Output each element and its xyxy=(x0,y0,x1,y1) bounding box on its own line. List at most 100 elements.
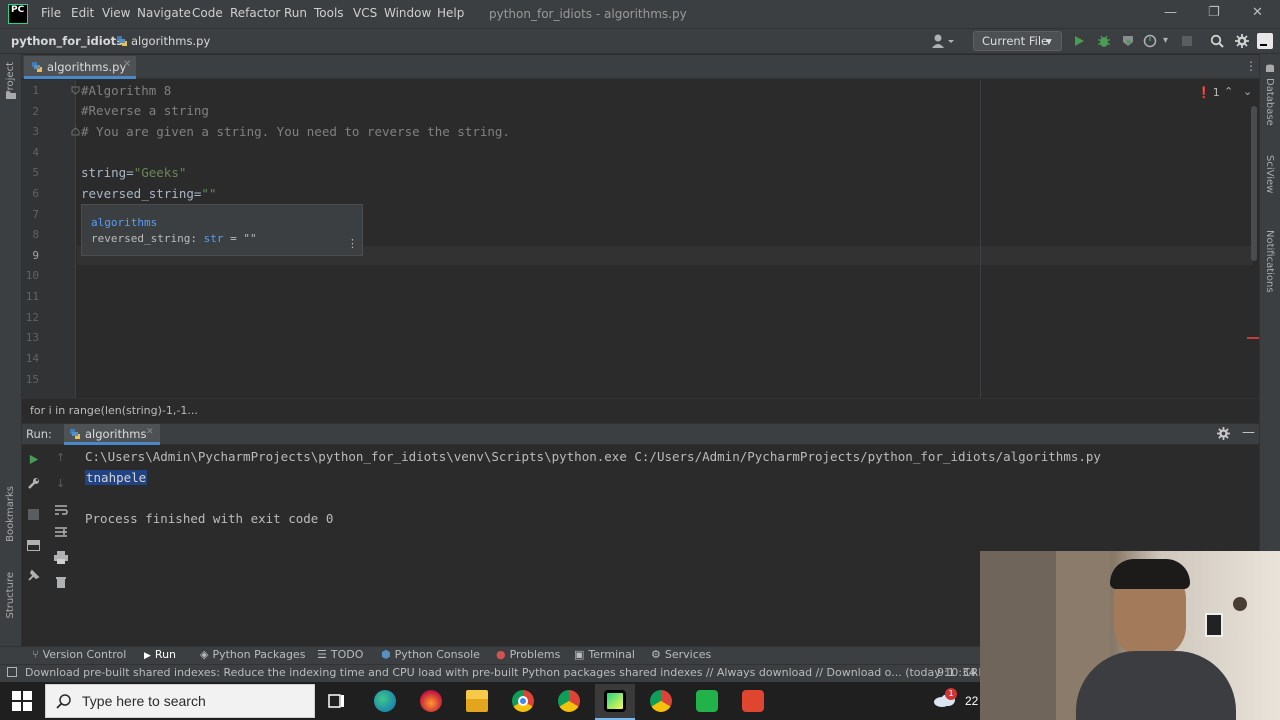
menu-refactor[interactable]: Refactor xyxy=(230,6,280,20)
pycharm-icon[interactable] xyxy=(604,690,626,712)
run-configuration-label: Current File xyxy=(982,34,1049,48)
firefox-icon[interactable] xyxy=(420,690,442,712)
previous-problem-icon[interactable]: ⌃ xyxy=(1224,85,1233,98)
stop-icon[interactable] xyxy=(1182,36,1192,46)
project-tool-tab[interactable]: Project xyxy=(5,62,16,96)
wrench-icon[interactable] xyxy=(27,477,40,490)
pin-icon[interactable] xyxy=(27,569,40,582)
menu-help[interactable]: Help xyxy=(437,6,464,20)
status-message[interactable]: Download pre-built shared indexes: Reduc… xyxy=(25,666,1001,679)
webcam-picture-frame xyxy=(1205,613,1223,637)
windows-start-icon[interactable] xyxy=(12,691,32,711)
structure-tool-tab[interactable]: Structure xyxy=(5,572,16,619)
restore-button[interactable]: ❐ xyxy=(1208,5,1220,20)
run-configuration-select[interactable]: Current File ▾ xyxy=(973,31,1062,51)
pycharm-logo-icon: PC xyxy=(8,4,28,24)
notifications-tool-tab[interactable]: Notifications xyxy=(1264,230,1275,293)
tool-todo[interactable]: ☰ TODO xyxy=(317,648,363,661)
search-icon[interactable] xyxy=(1210,34,1224,48)
task-view-icon[interactable] xyxy=(328,692,346,710)
close-tab-icon[interactable]: ✕ xyxy=(123,59,131,70)
run-icon: ▶ xyxy=(144,651,151,661)
user-icon[interactable] xyxy=(931,33,955,49)
editor-scrollbar[interactable] xyxy=(1251,106,1257,261)
menu-tools[interactable]: Tools xyxy=(314,6,344,20)
popup-more-icon[interactable]: ⋮ xyxy=(347,237,358,250)
breadcrumb-project[interactable]: python_for_idiots xyxy=(11,34,123,48)
menu-file[interactable]: File xyxy=(41,6,61,20)
menu-navigate[interactable]: Navigate xyxy=(137,6,191,20)
database-tool-tab[interactable]: Database xyxy=(1264,78,1275,126)
line-number: 1 xyxy=(32,84,39,97)
tool-run[interactable]: ▶ Run xyxy=(144,648,176,661)
sciview-tool-tab[interactable]: SciView xyxy=(1264,155,1275,193)
line-number: 13 xyxy=(25,331,39,344)
settings-icon[interactable] xyxy=(1217,427,1230,440)
fold-icon[interactable] xyxy=(71,86,80,95)
more-tabs-icon[interactable]: ⋮ xyxy=(1245,59,1257,73)
profile-icon[interactable] xyxy=(1143,34,1157,48)
next-problem-icon[interactable]: ⌄ xyxy=(1243,85,1252,98)
popup-module-link[interactable]: algorithms xyxy=(91,216,157,229)
chevron-down-icon: ▾ xyxy=(1046,34,1052,48)
coverage-icon[interactable] xyxy=(1121,34,1135,48)
problems-indicator[interactable]: ❗ 1 xyxy=(1197,86,1220,99)
error-stripe-mark[interactable] xyxy=(1247,337,1259,339)
tool-python-console[interactable]: ⬢ Python Console xyxy=(381,648,480,661)
tool-problems[interactable]: ● Problems xyxy=(496,648,560,661)
debug-icon[interactable] xyxy=(1097,34,1111,48)
line-number: 4 xyxy=(32,146,39,159)
tool-version-control[interactable]: ⑂ Version Control xyxy=(32,648,126,661)
quick-documentation-popup: algorithms reversed_string: str = "" ⋮ xyxy=(81,204,363,256)
breadcrumb-file[interactable]: algorithms.py xyxy=(131,34,210,48)
editor-tab-algorithms[interactable]: algorithms.py ✕ xyxy=(24,56,136,79)
run-icon[interactable] xyxy=(1073,35,1085,47)
hide-panel-icon[interactable]: — xyxy=(1242,425,1255,440)
stop-icon[interactable] xyxy=(28,509,39,520)
tool-python-packages[interactable]: ◈ Python Packages xyxy=(200,648,305,661)
code-breadcrumb[interactable]: for i in range(len(string)-1,-1... xyxy=(30,404,198,417)
scroll-up-icon[interactable]: ↑ xyxy=(56,451,65,464)
menu-view[interactable]: View xyxy=(102,6,130,20)
app-green-icon[interactable] xyxy=(696,690,718,712)
print-icon[interactable] xyxy=(54,551,68,564)
more-run-options-icon[interactable]: ▾ xyxy=(1163,35,1168,46)
jetbrains-icon[interactable] xyxy=(1257,33,1273,49)
file-explorer-icon[interactable] xyxy=(466,690,488,712)
run-tab-algorithms[interactable]: algorithms ✕ xyxy=(64,424,160,445)
line-number: 3 xyxy=(32,125,39,138)
tool-services[interactable]: ⚙ Services xyxy=(651,648,711,661)
toggle-tool-windows-icon[interactable] xyxy=(7,667,17,677)
tool-terminal[interactable]: ▣ Terminal xyxy=(574,648,635,661)
app-red-icon[interactable] xyxy=(742,690,764,712)
todo-icon: ☰ xyxy=(317,648,327,661)
menu-edit[interactable]: Edit xyxy=(71,6,94,20)
settings-icon[interactable] xyxy=(1235,34,1249,48)
menu-window[interactable]: Window xyxy=(384,6,431,20)
close-run-tab-icon[interactable]: ✕ xyxy=(146,427,154,437)
chrome-alt-icon[interactable] xyxy=(650,690,672,712)
minimize-button[interactable]: — xyxy=(1164,5,1177,20)
chrome-beta-icon[interactable] xyxy=(558,690,580,712)
bookmarks-tool-tab[interactable]: Bookmarks xyxy=(5,486,16,542)
edge-icon[interactable] xyxy=(374,690,396,712)
menu-vcs[interactable]: VCS xyxy=(353,6,377,20)
menu-run[interactable]: Run xyxy=(284,6,307,20)
python-console-icon: ⬢ xyxy=(381,648,391,661)
soft-wrap-icon[interactable] xyxy=(54,504,68,516)
trash-icon[interactable] xyxy=(55,575,67,588)
weather-temperature[interactable]: 22 xyxy=(965,694,978,708)
scroll-to-end-icon[interactable] xyxy=(54,526,68,538)
menu-code[interactable]: Code xyxy=(192,6,223,20)
close-button[interactable]: ✕ xyxy=(1252,5,1263,20)
caret-position[interactable]: 9:1 xyxy=(937,666,955,679)
line-number: 15 xyxy=(25,373,39,386)
rerun-icon[interactable] xyxy=(28,454,39,465)
fold-icon[interactable] xyxy=(71,127,80,136)
scroll-down-icon[interactable]: ↓ xyxy=(56,477,65,490)
webcam-wall-clock xyxy=(1233,597,1247,611)
layout-icon[interactable] xyxy=(27,540,40,551)
console-exit-message: Process finished with exit code 0 xyxy=(85,511,334,526)
line-number: 11 xyxy=(25,290,39,303)
python-file-icon xyxy=(117,36,127,46)
